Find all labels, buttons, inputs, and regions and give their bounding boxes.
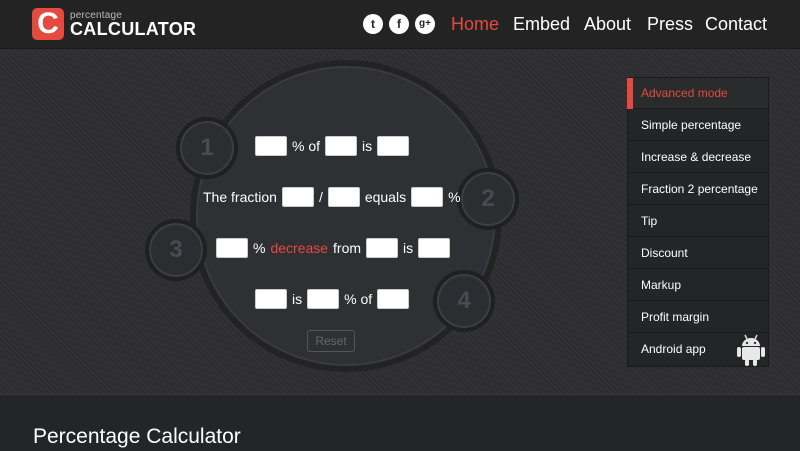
menu-item-simple-percentage[interactable]: Simple percentage (628, 110, 768, 141)
menu-item-discount[interactable]: Discount (628, 238, 768, 269)
nav-home[interactable]: Home (451, 14, 499, 35)
row4-label-is: is (292, 291, 303, 307)
menu-item-tip[interactable]: Tip (628, 206, 768, 237)
reset-button[interactable]: Reset (307, 330, 355, 352)
nav-contact[interactable]: Contact (705, 14, 767, 35)
calc-row-4: is % of (255, 289, 410, 309)
calc-row-3: % decrease from is (216, 238, 451, 258)
footer: Percentage Calculator (0, 394, 800, 451)
from-value-input[interactable] (366, 238, 399, 258)
row2-label-percent: % (448, 189, 461, 205)
badge-number: 3 (169, 236, 183, 263)
row3-label-from: from (333, 240, 362, 256)
calc-row-1: % of is (255, 136, 410, 156)
google-plus-glyph: g+ (419, 18, 431, 29)
row3-label-is: is (403, 240, 414, 256)
part-input[interactable] (255, 289, 287, 309)
logo-icon[interactable]: C (32, 7, 64, 40)
calculator-type-menu: Advanced mode Simple percentage Increase… (627, 77, 769, 367)
row1-label-is: is (362, 138, 373, 154)
twitter-icon[interactable]: t (363, 14, 383, 34)
android-icon[interactable] (736, 333, 766, 367)
facebook-icon[interactable]: f (389, 14, 409, 34)
row1-label-of: % of (292, 138, 321, 154)
calc-row-2: The fraction / equals % (203, 187, 461, 207)
badge-number: 4 (457, 287, 471, 314)
percent-input[interactable] (255, 136, 287, 156)
change-percent-input[interactable] (216, 238, 248, 258)
nav-press[interactable]: Press (647, 14, 693, 35)
google-plus-icon[interactable]: g+ (415, 14, 435, 34)
row2-label-fraction: The fraction (203, 189, 277, 205)
denominator-input[interactable] (327, 187, 360, 207)
row4-result-input[interactable] (307, 289, 340, 309)
page-title: Percentage Calculator (33, 425, 241, 448)
step-badge-3: 3 (145, 219, 207, 281)
row2-result-input[interactable] (411, 187, 444, 207)
row1-result-input[interactable] (377, 136, 410, 156)
row2-label-slash: / (318, 189, 323, 205)
twitter-glyph: t (371, 17, 375, 31)
nav-embed[interactable]: Embed (513, 14, 570, 35)
step-badge-2: 2 (457, 168, 519, 230)
whole-input[interactable] (377, 289, 410, 309)
menu-item-advanced-mode[interactable]: Advanced mode (627, 78, 768, 109)
logo-title[interactable]: CALCULATOR (70, 19, 196, 40)
badge-number: 1 (200, 134, 214, 161)
header: C percentage CALCULATOR t f g+ Home Embe… (0, 0, 800, 49)
row3-label-percent: % (253, 240, 266, 256)
step-badge-1: 1 (176, 117, 238, 179)
badge-number: 2 (481, 185, 495, 212)
row3-result-input[interactable] (418, 238, 451, 258)
facebook-glyph: f (397, 17, 401, 31)
menu-item-profit-margin[interactable]: Profit margin (628, 302, 768, 333)
direction-toggle[interactable]: decrease (270, 240, 328, 256)
row4-label-percent-of: % of (344, 291, 373, 307)
of-value-input[interactable] (325, 136, 358, 156)
nav-about[interactable]: About (584, 14, 631, 35)
menu-item-fraction-2-percentage[interactable]: Fraction 2 percentage (628, 174, 768, 205)
menu-item-markup[interactable]: Markup (628, 270, 768, 301)
step-badge-4: 4 (433, 270, 495, 332)
numerator-input[interactable] (281, 187, 314, 207)
row2-label-equals: equals (364, 189, 407, 205)
menu-item-increase-decrease[interactable]: Increase & decrease (628, 142, 768, 173)
logo-mark-letter: C (37, 7, 59, 40)
